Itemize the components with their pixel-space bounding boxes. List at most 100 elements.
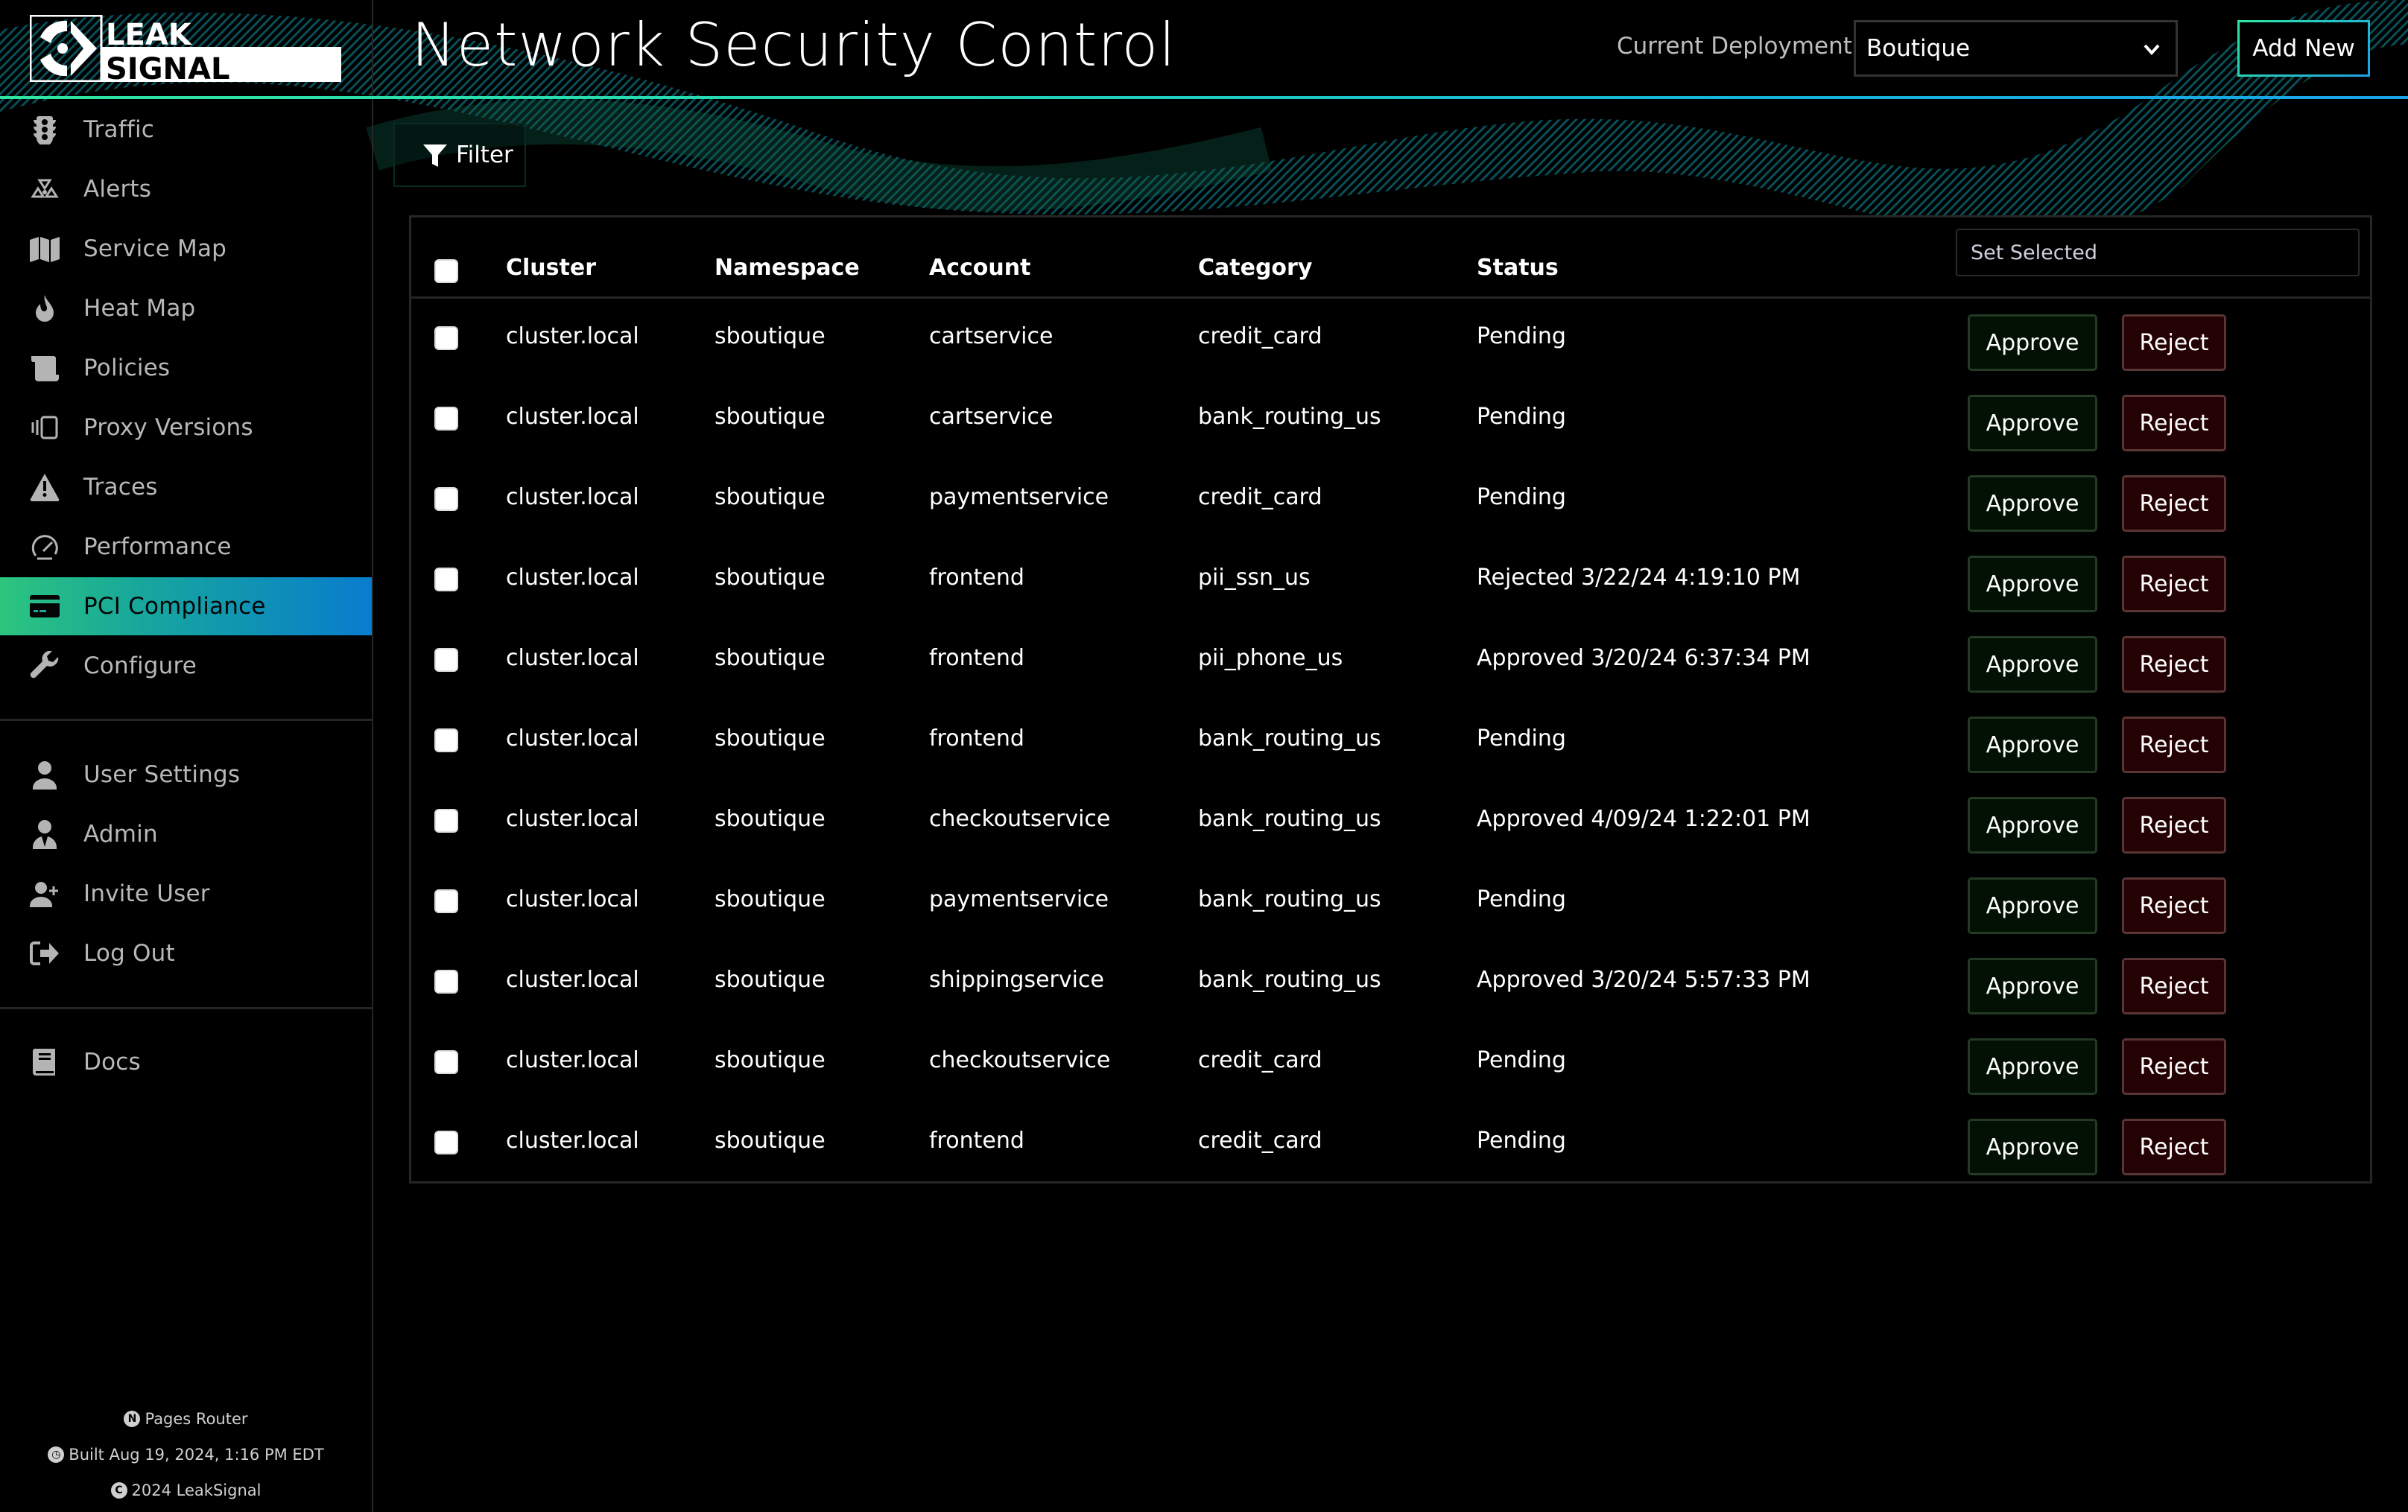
sidebar-item-traces[interactable]: Traces [0,458,372,516]
sidebar-item-docs[interactable]: Docs [0,1033,372,1091]
footer-build-text: Built Aug 19, 2024, 1:16 PM EDT [69,1446,324,1464]
reject-button[interactable]: Reject [2122,314,2226,371]
sidebar-item-pci-compliance[interactable]: PCI Compliance [0,577,372,635]
sidebar-item-user-settings[interactable]: User Settings [0,746,372,804]
reject-button[interactable]: Reject [2122,958,2226,1014]
sidebar-divider [0,719,372,721]
copyright-icon: C [110,1482,127,1499]
reject-button[interactable]: Reject [2122,556,2226,612]
reject-button[interactable]: Reject [2122,797,2226,854]
sidebar-item-proxy-versions[interactable]: Proxy Versions [0,398,372,457]
sidebar-item-label: Performance [83,533,232,560]
table-row: cluster.local sboutique frontend credit_… [411,1103,2370,1184]
leaksignal-logo[interactable]: LEAK SIGNAL [29,14,341,86]
sidebar-item-configure[interactable]: Configure [0,637,372,695]
footer-copyright: C 2024 LeakSignal [0,1481,372,1499]
row-checkbox[interactable] [434,809,458,833]
column-header-cluster[interactable]: Cluster [506,255,596,281]
reject-button[interactable]: Reject [2122,717,2226,773]
sidebar-item-invite-user[interactable]: Invite User [0,865,372,923]
add-new-button[interactable]: Add New [2237,20,2370,77]
approve-button[interactable]: Approve [1968,395,2097,451]
sidebar-item-policies[interactable]: Policies [0,339,372,397]
reject-button[interactable]: Reject [2122,1119,2226,1175]
row-checkbox[interactable] [434,326,458,350]
approve-button[interactable]: Approve [1968,636,2097,693]
approve-button[interactable]: Approve [1968,314,2097,371]
logo-text-signal: SIGNAL [106,52,229,82]
deployment-select[interactable]: Boutique [1854,20,2178,77]
row-checkbox[interactable] [434,648,458,672]
sidebar-divider [0,1007,372,1009]
reject-button[interactable]: Reject [2122,395,2226,451]
cell-cluster: cluster.local [506,886,639,912]
cell-cluster: cluster.local [506,725,639,752]
select-all-checkbox[interactable] [434,259,458,283]
row-checkbox[interactable] [434,407,458,431]
cell-status: Pending [1477,1128,1566,1154]
sidebar-item-traffic[interactable]: Traffic [0,101,372,159]
column-header-category[interactable]: Category [1198,255,1312,281]
cell-namespace: sboutique [715,565,826,591]
sidebar-item-label: Traffic [83,116,155,143]
cell-category: bank_routing_us [1198,725,1381,752]
reject-button[interactable]: Reject [2122,636,2226,693]
set-selected-dropdown[interactable]: Set Selected [1956,229,2360,276]
row-checkbox[interactable] [434,1050,458,1074]
cell-cluster: cluster.local [506,404,639,430]
pci-compliance-table: Cluster Namespace Account Category Statu… [409,215,2372,1184]
approve-button[interactable]: Approve [1968,958,2097,1014]
sidebar-item-label: Log Out [83,940,175,967]
sidebar-item-label: Alerts [83,176,152,203]
filter-button[interactable]: Filter [393,123,526,187]
column-header-namespace[interactable]: Namespace [715,255,860,281]
sidebar-item-performance[interactable]: Performance [0,518,372,576]
row-checkbox[interactable] [434,568,458,591]
column-header-status[interactable]: Status [1477,255,1559,281]
table-row: cluster.local sboutique frontend bank_ro… [411,701,2370,781]
approve-button[interactable]: Approve [1968,717,2097,773]
cell-namespace: sboutique [715,806,826,832]
sidebar-item-label: Traces [83,474,158,501]
column-header-account[interactable]: Account [929,255,1030,281]
approve-button[interactable]: Approve [1968,556,2097,612]
reject-button[interactable]: Reject [2122,1038,2226,1095]
row-checkbox[interactable] [434,728,458,752]
approve-button[interactable]: Approve [1968,1119,2097,1175]
approve-button[interactable]: Approve [1968,475,2097,532]
deployment-select-value: Boutique [1866,35,1971,62]
cell-account: frontend [929,645,1024,671]
cell-namespace: sboutique [715,1128,826,1154]
cell-account: cartservice [929,323,1054,349]
sidebar-item-label: Service Map [83,235,227,262]
row-checkbox[interactable] [434,487,458,511]
row-checkbox[interactable] [434,1131,458,1154]
nextjs-icon: N [124,1411,141,1427]
cell-category: pii_ssn_us [1198,565,1311,591]
approve-button[interactable]: Approve [1968,1038,2097,1095]
row-checkbox[interactable] [434,970,458,994]
cell-cluster: cluster.local [506,645,639,671]
sidebar-item-alerts[interactable]: Alerts [0,160,372,218]
sidebar-item-service-map[interactable]: Service Map [0,220,372,278]
reject-button[interactable]: Reject [2122,877,2226,934]
approve-button[interactable]: Approve [1968,877,2097,934]
table-row: cluster.local sboutique paymentservice b… [411,862,2370,942]
cell-cluster: cluster.local [506,484,639,510]
clock-icon: ◷ [48,1446,65,1463]
approve-button[interactable]: Approve [1968,797,2097,854]
table-header: Cluster Namespace Account Category Statu… [411,217,2370,299]
sidebar-item-log-out[interactable]: Log Out [0,924,372,982]
sidebar-item-admin[interactable]: Admin [0,805,372,863]
cell-category: bank_routing_us [1198,404,1381,430]
sidebar-item-heat-map[interactable]: Heat Map [0,279,372,337]
sidebar: LEAK SIGNAL Traffic Alerts Service Map H… [0,0,373,1512]
table-row: cluster.local sboutique shippingservice … [411,942,2370,1023]
cell-category: credit_card [1198,484,1322,510]
reject-button[interactable]: Reject [2122,475,2226,532]
row-checkbox[interactable] [434,889,458,913]
cell-status: Pending [1477,484,1566,510]
cell-category: credit_card [1198,1047,1322,1073]
footer-router: N Pages Router [0,1410,372,1428]
fire-icon [30,293,60,323]
